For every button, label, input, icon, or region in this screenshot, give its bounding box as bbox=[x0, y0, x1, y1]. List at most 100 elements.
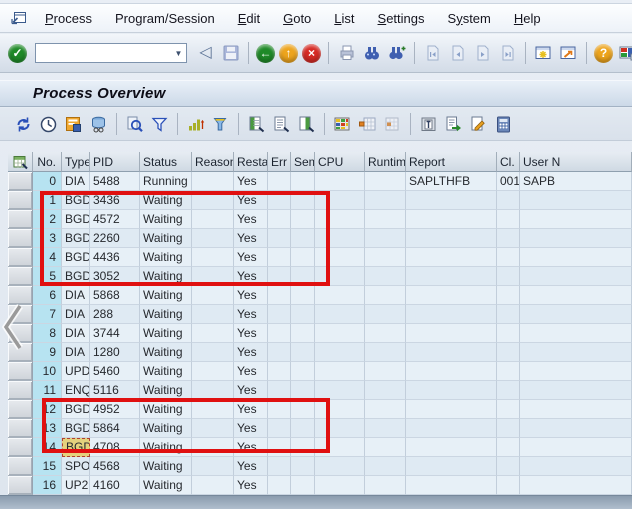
cell-err[interactable] bbox=[268, 400, 291, 419]
column-header-restart[interactable]: Resta... bbox=[234, 152, 268, 172]
cell-cpu[interactable] bbox=[315, 191, 365, 210]
column-header-sem[interactable]: Sem bbox=[291, 152, 315, 172]
cell-reason[interactable] bbox=[192, 457, 234, 476]
cell-reason[interactable] bbox=[192, 172, 234, 191]
cell-report[interactable] bbox=[406, 362, 497, 381]
menu-system[interactable]: System bbox=[448, 11, 491, 26]
cell-restart[interactable]: Yes bbox=[234, 400, 268, 419]
cell-type[interactable]: DIA bbox=[62, 343, 90, 362]
select-all-header[interactable] bbox=[8, 152, 33, 172]
cell-user[interactable] bbox=[520, 286, 632, 305]
cell-runtime[interactable] bbox=[365, 381, 406, 400]
cell-no[interactable]: 9 bbox=[33, 343, 62, 362]
cell-sem[interactable] bbox=[291, 343, 315, 362]
row-selector-button[interactable] bbox=[8, 457, 33, 476]
cell-status[interactable]: Waiting bbox=[140, 305, 192, 324]
cell-user[interactable] bbox=[520, 210, 632, 229]
cell-type[interactable]: ENQ bbox=[62, 381, 90, 400]
cell-cl[interactable] bbox=[497, 400, 520, 419]
cell-user[interactable] bbox=[520, 457, 632, 476]
cell-cl[interactable] bbox=[497, 457, 520, 476]
collapse-chevron-icon[interactable] bbox=[0, 300, 26, 359]
cell-reason[interactable] bbox=[192, 476, 234, 495]
row-selector-button[interactable] bbox=[8, 229, 33, 248]
cancel-icon[interactable]: × bbox=[302, 43, 321, 63]
cell-runtime[interactable] bbox=[365, 191, 406, 210]
cell-no[interactable]: 12 bbox=[33, 400, 62, 419]
row-selector-button[interactable] bbox=[8, 248, 33, 267]
cell-no[interactable]: 13 bbox=[33, 419, 62, 438]
cell-report[interactable] bbox=[406, 286, 497, 305]
list-saved-icon[interactable] bbox=[296, 114, 317, 135]
cell-report[interactable] bbox=[406, 305, 497, 324]
cell-reason[interactable] bbox=[192, 362, 234, 381]
cell-runtime[interactable] bbox=[365, 229, 406, 248]
cell-status[interactable]: Waiting bbox=[140, 362, 192, 381]
cell-type[interactable]: BGD bbox=[62, 419, 90, 438]
sort-descending-icon[interactable] bbox=[210, 114, 231, 135]
cell-sem[interactable] bbox=[291, 362, 315, 381]
sort-ascending-icon[interactable] bbox=[185, 114, 206, 135]
cell-report[interactable] bbox=[406, 191, 497, 210]
column-header-cl[interactable]: Cl. bbox=[497, 152, 520, 172]
cell-type[interactable]: UPD bbox=[62, 362, 90, 381]
refresh-icon[interactable] bbox=[13, 114, 34, 135]
cell-cpu[interactable] bbox=[315, 324, 365, 343]
cell-pid[interactable]: 3436 bbox=[90, 191, 140, 210]
cell-pid[interactable]: 5488 bbox=[90, 172, 140, 191]
find-icon[interactable] bbox=[361, 43, 382, 64]
next-page-icon[interactable] bbox=[472, 43, 493, 64]
cell-err[interactable] bbox=[268, 191, 291, 210]
cell-reason[interactable] bbox=[192, 305, 234, 324]
cell-no[interactable]: 14 bbox=[33, 438, 62, 457]
column-header-status[interactable]: Status bbox=[140, 152, 192, 172]
cell-pid[interactable]: 2260 bbox=[90, 229, 140, 248]
cell-cpu[interactable] bbox=[315, 381, 365, 400]
row-selector-button[interactable] bbox=[8, 476, 33, 495]
cell-cpu[interactable] bbox=[315, 286, 365, 305]
cell-restart[interactable]: Yes bbox=[234, 457, 268, 476]
previous-page-icon[interactable] bbox=[447, 43, 468, 64]
cell-sem[interactable] bbox=[291, 210, 315, 229]
menu-process[interactable]: Process bbox=[45, 11, 92, 26]
cell-report[interactable] bbox=[406, 324, 497, 343]
cell-report[interactable] bbox=[406, 476, 497, 495]
cell-sem[interactable] bbox=[291, 476, 315, 495]
row-selector-button[interactable] bbox=[8, 381, 33, 400]
cell-pid[interactable]: 3052 bbox=[90, 267, 140, 286]
cell-user[interactable] bbox=[520, 381, 632, 400]
cell-restart[interactable]: Yes bbox=[234, 305, 268, 324]
cell-report[interactable] bbox=[406, 438, 497, 457]
filter-icon[interactable] bbox=[149, 114, 170, 135]
cell-user[interactable] bbox=[520, 191, 632, 210]
create-shortcut-icon[interactable] bbox=[558, 43, 579, 64]
cell-cpu[interactable] bbox=[315, 457, 365, 476]
cell-report[interactable] bbox=[406, 267, 497, 286]
cell-sem[interactable] bbox=[291, 229, 315, 248]
cell-type[interactable]: DIA bbox=[62, 172, 90, 191]
cell-runtime[interactable] bbox=[365, 210, 406, 229]
cpu-time-icon[interactable] bbox=[38, 114, 59, 135]
find-next-icon[interactable] bbox=[386, 43, 407, 64]
cell-pid[interactable]: 4952 bbox=[90, 400, 140, 419]
cell-pid[interactable]: 4708 bbox=[90, 438, 140, 457]
cell-err[interactable] bbox=[268, 457, 291, 476]
cell-reason[interactable] bbox=[192, 191, 234, 210]
cell-runtime[interactable] bbox=[365, 400, 406, 419]
cell-type[interactable]: BGD bbox=[62, 191, 90, 210]
cell-status[interactable]: Waiting bbox=[140, 248, 192, 267]
cell-cpu[interactable] bbox=[315, 400, 365, 419]
cell-no[interactable]: 2 bbox=[33, 210, 62, 229]
cell-pid[interactable]: 4160 bbox=[90, 476, 140, 495]
list-active-icon[interactable] bbox=[246, 114, 267, 135]
cell-runtime[interactable] bbox=[365, 362, 406, 381]
cell-cpu[interactable] bbox=[315, 362, 365, 381]
cell-cpu[interactable] bbox=[315, 343, 365, 362]
cell-cpu[interactable] bbox=[315, 229, 365, 248]
cell-user[interactable] bbox=[520, 267, 632, 286]
cell-restart[interactable]: Yes bbox=[234, 381, 268, 400]
last-page-icon[interactable] bbox=[497, 43, 518, 64]
cell-err[interactable] bbox=[268, 476, 291, 495]
cell-restart[interactable]: Yes bbox=[234, 229, 268, 248]
change-icon[interactable] bbox=[468, 114, 489, 135]
